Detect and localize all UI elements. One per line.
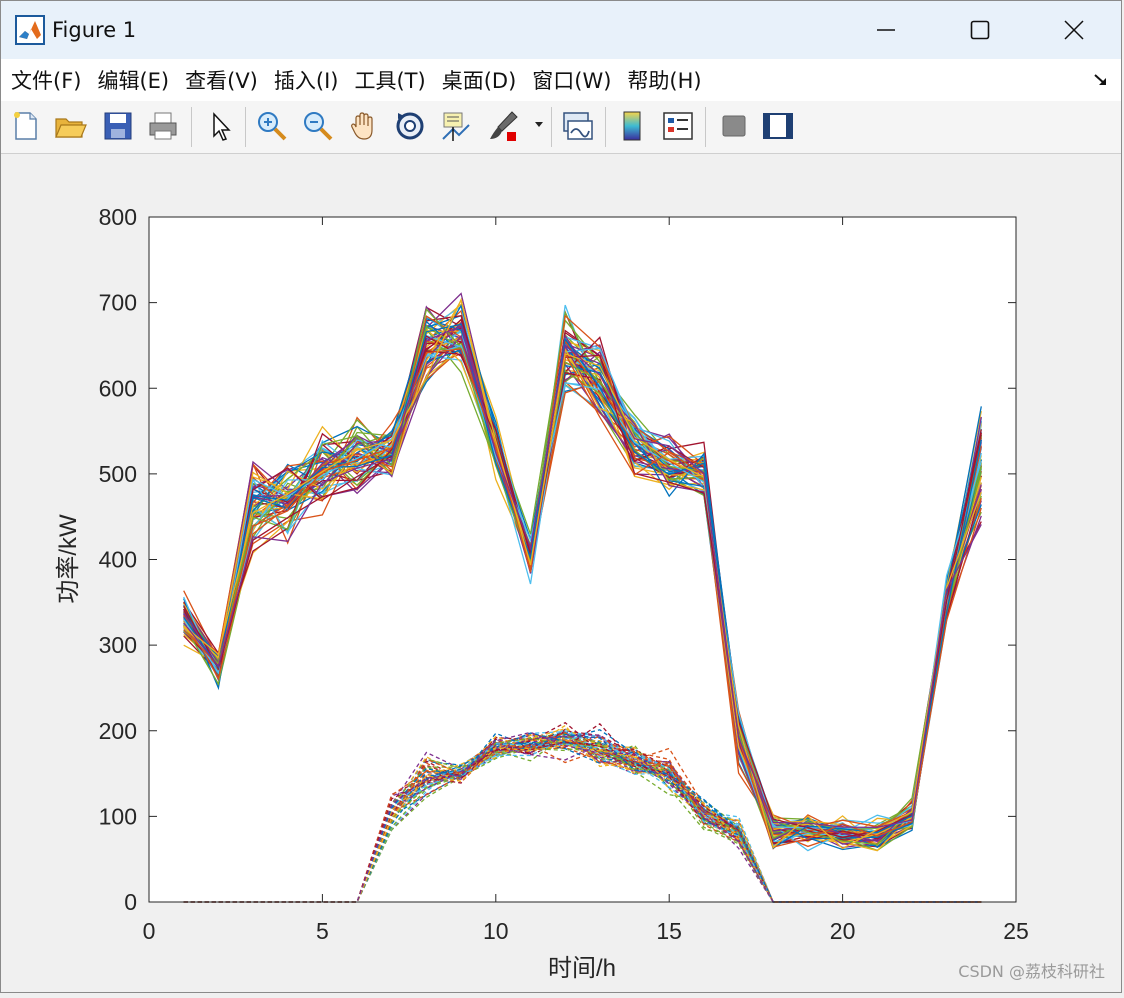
link-plot-icon[interactable]: [561, 109, 595, 143]
maximize-icon: [970, 20, 990, 40]
y-tick-label: 300: [99, 632, 137, 658]
minimize-icon: [877, 29, 895, 31]
menu-window[interactable]: 窗口(W): [524, 65, 619, 95]
x-tick-label: 20: [830, 918, 856, 944]
open-file-icon[interactable]: [53, 109, 87, 143]
y-tick-label: 500: [99, 461, 137, 487]
pan-hand-icon[interactable]: [347, 109, 381, 143]
zoom-in-icon[interactable]: [255, 109, 289, 143]
window-controls: [839, 1, 1121, 59]
x-tick-label: 25: [1003, 918, 1029, 944]
save-icon[interactable]: [101, 109, 135, 143]
title-bar: Figure 1: [1, 1, 1121, 59]
menu-desktop[interactable]: 桌面(D): [434, 65, 525, 95]
y-tick-label: 0: [124, 889, 137, 915]
rotate-3d-icon[interactable]: [393, 109, 427, 143]
new-figure-icon[interactable]: [9, 109, 43, 143]
menu-tools[interactable]: 工具(T): [346, 65, 433, 95]
x-tick-label: 15: [656, 918, 682, 944]
edit-plot-arrow-icon[interactable]: [203, 109, 237, 143]
figure-canvas: 0 5 10 15 20 25 0 100 200 300 400 500 600 700 800 时间/h…: [1, 154, 1123, 994]
dock-arrow-icon[interactable]: [1093, 72, 1109, 88]
y-tick-label: 800: [99, 204, 137, 230]
y-tick-label: 100: [99, 803, 137, 829]
y-axis-label: 功率/kW: [55, 514, 82, 604]
show-plot-tools-icon[interactable]: [761, 109, 795, 143]
window-title: Figure 1: [52, 18, 137, 42]
y-tick-label: 400: [99, 547, 137, 573]
brush-dropdown-icon[interactable]: [534, 121, 544, 129]
watermark: CSDN @荔枝科研社: [958, 962, 1105, 981]
close-icon: [1064, 20, 1084, 40]
brush-icon[interactable]: [487, 109, 521, 143]
figure-window: Figure 1 文件(F) 编辑(E) 查看(V) 插入(I) 工具(T) 桌…: [0, 0, 1122, 993]
close-button[interactable]: [1027, 1, 1121, 59]
hide-plot-tools-icon[interactable]: [717, 109, 751, 143]
y-tick-label: 200: [99, 718, 137, 744]
line-chart[interactable]: 0 5 10 15 20 25 0 100 200 300 400 500 600 700 800 时间/h…: [1, 154, 1123, 994]
colorbar-icon[interactable]: [615, 109, 649, 143]
print-icon[interactable]: [146, 109, 180, 143]
x-tick-label: 10: [483, 918, 509, 944]
axes-background: [149, 217, 1016, 902]
menu-bar: 文件(F) 编辑(E) 查看(V) 插入(I) 工具(T) 桌面(D) 窗口(W…: [1, 59, 1121, 102]
menu-edit[interactable]: 编辑(E): [89, 65, 177, 95]
menu-file[interactable]: 文件(F): [1, 65, 89, 95]
y-tick-label: 700: [99, 290, 137, 316]
zoom-out-icon[interactable]: [301, 109, 335, 143]
matlab-icon: [15, 15, 45, 45]
minimize-button[interactable]: [839, 1, 933, 59]
menu-insert[interactable]: 插入(I): [266, 65, 347, 95]
legend-icon[interactable]: [661, 109, 695, 143]
menu-help[interactable]: 帮助(H): [619, 65, 709, 95]
maximize-button[interactable]: [933, 1, 1027, 59]
x-axis-label: 时间/h: [548, 955, 616, 982]
y-tick-label: 600: [99, 375, 137, 401]
x-tick-label: 5: [316, 918, 329, 944]
menu-view[interactable]: 查看(V): [177, 65, 266, 95]
data-cursor-icon[interactable]: [439, 109, 473, 143]
x-tick-label: 0: [143, 918, 156, 944]
toolbar: [1, 101, 1121, 154]
